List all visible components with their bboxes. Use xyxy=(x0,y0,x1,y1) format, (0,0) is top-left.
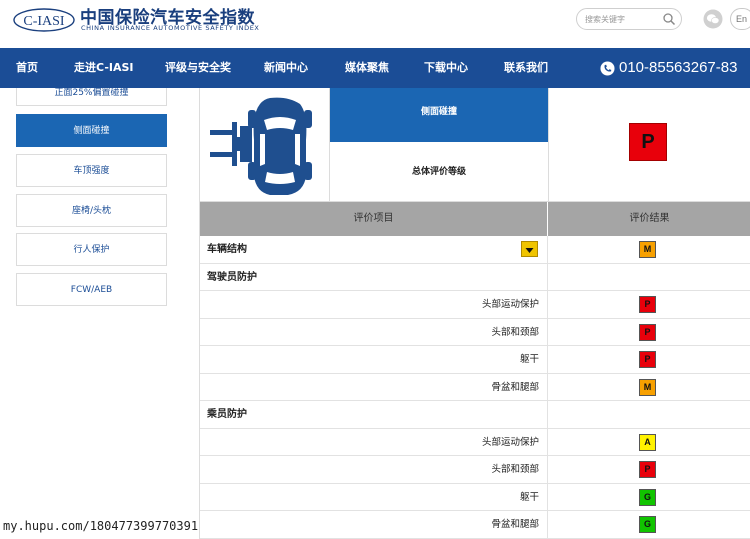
brand-name-en: CHINA INSURANCE AUTOMOTIVE SAFETY INDEX xyxy=(81,24,260,32)
nav-downloads[interactable]: 下载中心 xyxy=(424,48,468,88)
hotline-number: 010-85563267-83 xyxy=(619,59,738,76)
row-result-cell: G xyxy=(548,511,750,538)
rating-badge: P xyxy=(639,296,656,313)
row-result-cell: A xyxy=(548,429,750,456)
row-item-label: 头部和颈部 xyxy=(200,318,548,346)
row-result-cell: P xyxy=(548,346,750,373)
test-name: 侧面碰撞 xyxy=(330,88,548,142)
table-row: 躯干 G xyxy=(200,483,750,511)
row-section-label: 车辆结构 xyxy=(200,236,548,263)
rating-badge: P xyxy=(639,351,656,368)
sidebar-item-side-impact[interactable]: 侧面碰撞 xyxy=(16,114,167,147)
test-diagram-cell xyxy=(200,88,330,202)
nav-news[interactable]: 新闻中心 xyxy=(264,48,308,88)
rating-badge: A xyxy=(639,433,656,451)
overall-rating-cell: P xyxy=(548,88,750,202)
main-nav: 首页 走进C-IASI 评级与安全奖 新闻中心 媒体聚焦 下载中心 联系我们 0… xyxy=(0,48,750,88)
wechat-icon[interactable] xyxy=(703,9,723,29)
row-result-cell xyxy=(548,401,750,428)
row-result-cell: P xyxy=(548,291,750,318)
row-item-label: 头部运动保护 xyxy=(200,291,548,318)
table-row: 乘员防护 xyxy=(200,401,750,429)
table-row: 骨盆和腿部 G xyxy=(200,511,750,539)
column-header-result: 评价结果 xyxy=(629,213,670,224)
row-item-label: 骨盆和腿部 xyxy=(200,373,548,401)
expand-caret-icon[interactable] xyxy=(521,241,538,257)
sidebar-item-seat-headrest[interactable]: 座椅/头枕 xyxy=(16,194,167,227)
row-result-cell: M xyxy=(548,236,750,263)
row-result-cell: P xyxy=(548,456,750,483)
nav-ratings[interactable]: 评级与安全奖 xyxy=(165,48,231,88)
row-section-label: 驾驶员防护 xyxy=(200,263,548,291)
sidebar-item-pedestrian[interactable]: 行人保护 xyxy=(16,233,167,266)
language-switch-icon[interactable]: En xyxy=(730,8,750,30)
table-row: 头部和颈部 P xyxy=(200,318,750,346)
rating-badge: G xyxy=(639,488,656,506)
rating-badge: M xyxy=(639,378,656,396)
row-item-label: 躯干 xyxy=(200,483,548,511)
table-row: 头部运动保护 A xyxy=(200,428,750,456)
watermark-text: my.hupu.com/180477399770391 xyxy=(3,519,199,533)
table-row: 躯干 P xyxy=(200,346,750,374)
results-table-header: 评价项目 评价结果 xyxy=(200,202,750,236)
column-header-item: 评价项目 xyxy=(200,202,548,236)
nav-about[interactable]: 走进C-IASI xyxy=(74,48,134,88)
site-header: C-IASI 中国保险汽车安全指数 CHINA INSURANCE AUTOMO… xyxy=(0,0,750,48)
row-result-cell: M xyxy=(548,374,750,401)
row-item-label: 骨盆和腿部 xyxy=(200,511,548,538)
side-impact-car-icon xyxy=(210,97,312,195)
table-row: 驾驶员防护 xyxy=(200,263,750,291)
table-row: 车辆结构 M xyxy=(200,236,750,264)
ciasi-logo[interactable]: C-IASI xyxy=(12,6,76,34)
rating-badge: P xyxy=(639,461,656,478)
row-item-label: 躯干 xyxy=(200,346,548,373)
sidebar-item-fcw-aeb[interactable]: FCW/AEB xyxy=(16,273,167,306)
table-row: 头部和颈部 P xyxy=(200,456,750,484)
rating-panel: 侧面碰撞 总体评价等级 P 评价项目 评价结果 车辆结构 M 驾驶员防护 头部运动保护… xyxy=(199,88,750,539)
row-item-label: 头部运动保护 xyxy=(200,428,548,456)
overall-rating-badge: P xyxy=(629,123,667,161)
row-result-cell xyxy=(548,264,750,291)
nav-home[interactable]: 首页 xyxy=(16,48,38,88)
search-box xyxy=(576,8,682,30)
sidebar-item-roof-strength[interactable]: 车顶强度 xyxy=(16,154,167,187)
overall-rating-label: 总体评价等级 xyxy=(330,142,548,202)
sidebar-item-front-offset[interactable]: 正面25%偏置碰撞 xyxy=(16,88,167,106)
table-row: 头部运动保护 P xyxy=(200,291,750,319)
phone-icon xyxy=(600,61,615,76)
row-item-label: 头部和颈部 xyxy=(200,456,548,483)
logo-text: C-IASI xyxy=(23,14,65,29)
rating-badge: G xyxy=(639,516,656,533)
nav-contact[interactable]: 联系我们 xyxy=(504,48,548,88)
row-result-cell: G xyxy=(548,484,750,511)
search-input[interactable] xyxy=(585,12,657,26)
search-icon[interactable] xyxy=(662,12,676,26)
row-result-cell: P xyxy=(548,319,750,346)
rating-badge: M xyxy=(639,241,656,258)
nav-media[interactable]: 媒体聚焦 xyxy=(345,48,389,88)
rating-badge: P xyxy=(639,323,656,341)
row-section-label: 乘员防护 xyxy=(200,401,548,428)
table-row: 骨盆和腿部 M xyxy=(200,373,750,401)
